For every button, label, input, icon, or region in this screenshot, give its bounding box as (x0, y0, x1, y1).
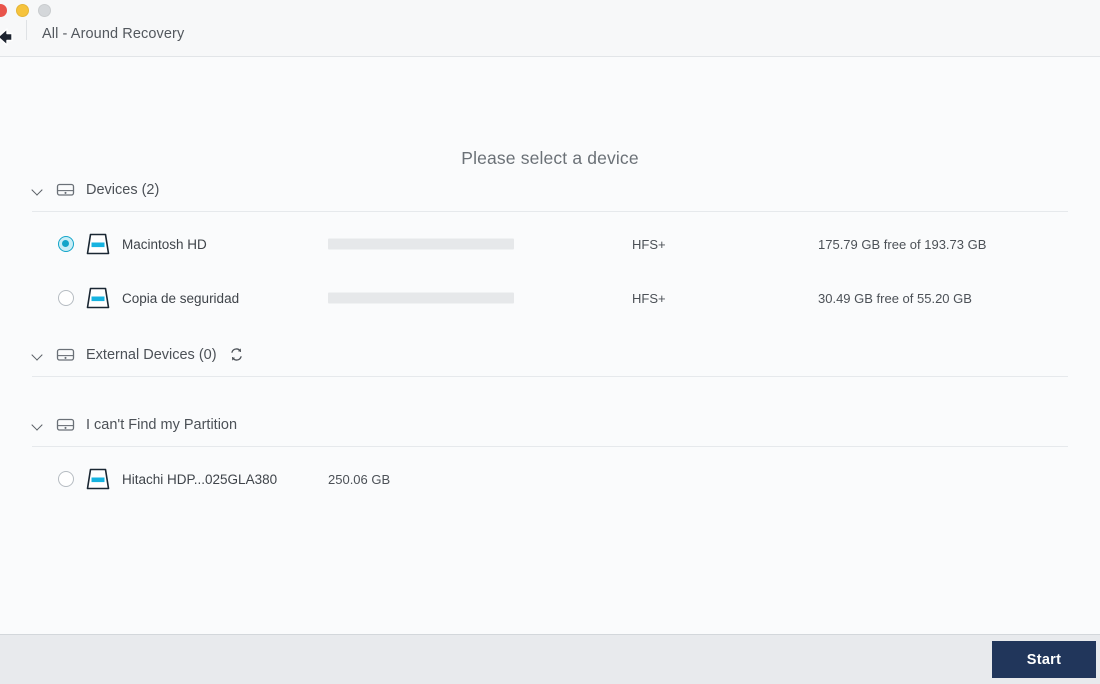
content-area: Please select a device Devices (2) Macin… (0, 57, 1100, 634)
device-radio[interactable] (58, 471, 74, 487)
device-row[interactable]: Hitachi HDP...025GLA380 250.06 GB (0, 452, 1100, 506)
hard-drive-icon (56, 415, 75, 434)
maximize-window-button[interactable] (38, 4, 51, 17)
capacity-label: 250.06 GB (328, 471, 391, 487)
section-header-devices[interactable]: Devices (2) (0, 176, 1100, 212)
minimize-window-button[interactable] (16, 4, 29, 17)
device-name: Copia de seguridad (122, 290, 240, 306)
device-radio[interactable] (58, 290, 74, 306)
section-label: Devices (2) (86, 181, 160, 198)
disk-icon (84, 232, 112, 256)
capacity-label: 175.79 GB free of 193.73 GB (818, 236, 987, 252)
title-divider (26, 20, 27, 40)
capacity-label: 30.49 GB free of 55.20 GB (818, 290, 972, 306)
close-window-button[interactable] (0, 4, 7, 17)
device-row[interactable]: Copia de seguridad HFS+ 30.49 GB free of… (0, 271, 1100, 325)
capacity-bar (328, 292, 514, 304)
footer-bar: Start (0, 634, 1100, 684)
window-controls (0, 4, 51, 17)
device-list: Devices (2) Macintosh HD HFS+ 175.79 GB … (0, 176, 1100, 506)
filesystem-label: HFS+ (632, 236, 666, 252)
chevron-down-icon[interactable] (32, 183, 45, 196)
device-radio-selected[interactable] (58, 236, 74, 252)
device-name: Macintosh HD (122, 236, 207, 252)
hard-drive-icon (56, 180, 75, 199)
chevron-down-icon[interactable] (32, 418, 45, 431)
section-label: External Devices (0) (86, 346, 217, 363)
device-row[interactable]: Macintosh HD HFS+ 175.79 GB free of 193.… (0, 217, 1100, 271)
section-header-cant-find-partition[interactable]: I can't Find my Partition (0, 411, 1100, 447)
capacity-bar (328, 238, 514, 250)
section-divider (32, 211, 1068, 212)
section-divider (32, 446, 1068, 447)
hard-drive-icon (56, 345, 75, 364)
section-label: I can't Find my Partition (86, 416, 238, 433)
section-header-external-devices[interactable]: External Devices (0) (0, 341, 1100, 377)
refresh-icon[interactable] (229, 347, 244, 362)
window-title: All - Around Recovery (42, 26, 185, 42)
disk-icon (84, 467, 112, 491)
filesystem-label: HFS+ (632, 290, 666, 306)
back-arrow-icon[interactable] (0, 26, 16, 48)
app-window: All - Around Recovery Please select a de… (0, 0, 1100, 684)
page-title: Please select a device (461, 148, 639, 168)
start-button[interactable]: Start (992, 641, 1096, 678)
title-bar: All - Around Recovery (0, 0, 1100, 57)
chevron-down-icon[interactable] (32, 348, 45, 361)
device-name: Hitachi HDP...025GLA380 (122, 471, 278, 487)
section-divider (32, 376, 1068, 377)
disk-icon (84, 286, 112, 310)
